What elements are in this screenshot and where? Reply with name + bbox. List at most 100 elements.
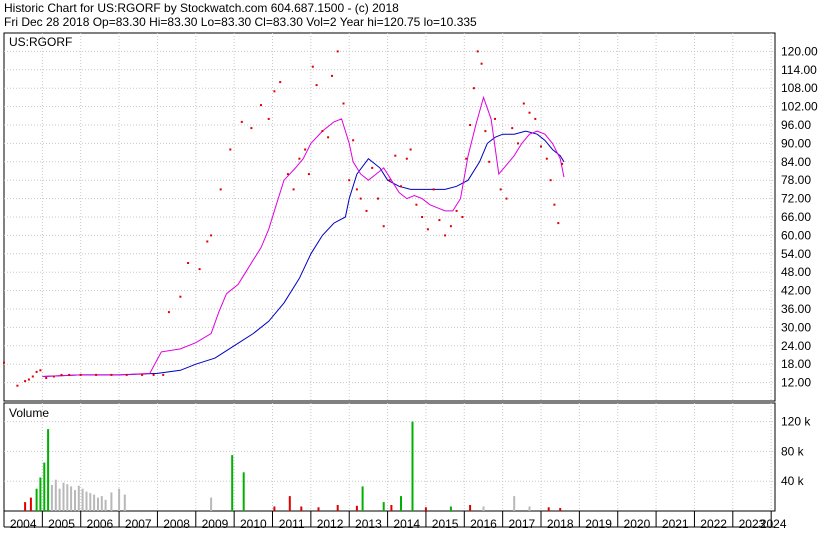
price-tick-label: 96.00 (781, 118, 811, 132)
price-dot (488, 160, 491, 163)
volume-bar (355, 505, 358, 511)
price-dot (39, 369, 42, 372)
price-dot (499, 188, 502, 191)
price-tick-label: 66.00 (781, 210, 811, 224)
volume-tick-label: 120 k (781, 415, 811, 429)
volume-bar (24, 502, 27, 511)
price-dot (545, 157, 548, 160)
volume-bar (547, 507, 550, 511)
price-dot (348, 179, 351, 182)
volume-bar (104, 499, 107, 511)
volume-bar (449, 506, 452, 511)
price-tick-label: 120.00 (781, 44, 818, 58)
price-dot (152, 373, 155, 376)
price-dot (125, 373, 128, 376)
price-dot (167, 311, 170, 314)
price-dot (371, 166, 374, 169)
x-tick-label: 2014 (393, 517, 420, 531)
volume-bar (62, 482, 65, 511)
volume-bar (100, 496, 103, 511)
volume-axis-labels: 40 k 80 k 120 k (781, 415, 811, 489)
x-tick-label: 2013 (355, 517, 382, 531)
volume-bar (29, 497, 32, 511)
volume-label: Volume (9, 406, 49, 420)
volume-bar (317, 507, 320, 511)
x-tick-label: 2015 (432, 517, 459, 531)
price-dot (267, 117, 270, 120)
volume-bar (123, 494, 126, 511)
price-dot (352, 139, 355, 142)
price-dot (432, 188, 435, 191)
price-tick-label: 84.00 (781, 155, 811, 169)
price-dot (540, 145, 542, 148)
price-tick-label: 48.00 (781, 265, 811, 279)
price-dot (31, 375, 34, 378)
price-tick-label: 78.00 (781, 173, 811, 187)
price-tick-label: 36.00 (781, 302, 811, 316)
price-dot (206, 240, 209, 243)
price-dot (455, 209, 458, 212)
price-axis-labels: 12.00 18.00 24.00 30.00 36.00 42.00 48.00 54.00… (781, 44, 818, 389)
price-tick-label: 30.00 (781, 320, 811, 334)
volume-bar (39, 477, 42, 511)
price-dot (45, 377, 48, 379)
x-tick-label: 2010 (240, 517, 267, 531)
price-dot (187, 262, 190, 264)
x-axis: 2004 2005 2006 2007 2008 2009 2010 2011 2012 2013… (3, 511, 787, 531)
price-tick-label: 114.00 (781, 63, 817, 77)
price-dot (311, 65, 314, 68)
price-dot (110, 373, 113, 376)
volume-bar (97, 497, 99, 511)
volume-bar (54, 479, 57, 511)
price-dot (250, 127, 253, 130)
volume-bar (400, 496, 402, 511)
price-tick-label: 108.00 (781, 81, 818, 95)
x-tick-label: 2021 (662, 517, 689, 531)
x-tick-label: 2008 (163, 517, 190, 531)
price-dot (307, 173, 310, 176)
volume-bar (93, 494, 96, 511)
price-dot (210, 234, 213, 237)
price-dot (444, 234, 447, 237)
x-tick-label: 2020 (624, 517, 651, 531)
volume-tick-label: 80 k (781, 444, 805, 458)
price-dot (321, 130, 324, 133)
price-dot (557, 222, 560, 225)
volume-bar (35, 488, 38, 511)
x-tick-label: 2022 (700, 517, 727, 531)
price-dot (27, 378, 30, 381)
price-dot (219, 188, 222, 191)
price-dot (304, 148, 307, 151)
price-dot (315, 84, 318, 87)
volume-bar (390, 505, 393, 511)
price-dot (421, 216, 424, 218)
price-dot (16, 384, 19, 387)
volume-bar (559, 508, 562, 511)
volume-bar (210, 497, 213, 511)
volume-bar (288, 496, 291, 511)
x-tick-label: 2024 (760, 517, 787, 531)
volume-bar (43, 462, 46, 511)
volume-bar (411, 421, 414, 511)
x-tick-label: 2007 (125, 517, 152, 531)
volume-bar (361, 486, 364, 511)
x-tick-label: 2017 (508, 517, 535, 531)
price-dot (511, 127, 514, 130)
volume-bar (513, 496, 516, 511)
price-tick-label: 60.00 (781, 228, 811, 242)
price-dot (286, 173, 289, 176)
price-dot (472, 87, 475, 90)
price-dot (505, 197, 508, 200)
volume-bar (77, 485, 80, 511)
price-dot (327, 136, 330, 139)
volume-bar (50, 484, 53, 511)
price-dot (60, 373, 63, 376)
volume-bar (482, 506, 485, 511)
price-dot (465, 157, 468, 160)
price-dot (522, 102, 525, 105)
volume-bar (66, 484, 69, 511)
price-dot (3, 361, 5, 364)
volume-bar (74, 490, 76, 511)
price-dot (141, 373, 144, 376)
price-dot (198, 268, 201, 271)
